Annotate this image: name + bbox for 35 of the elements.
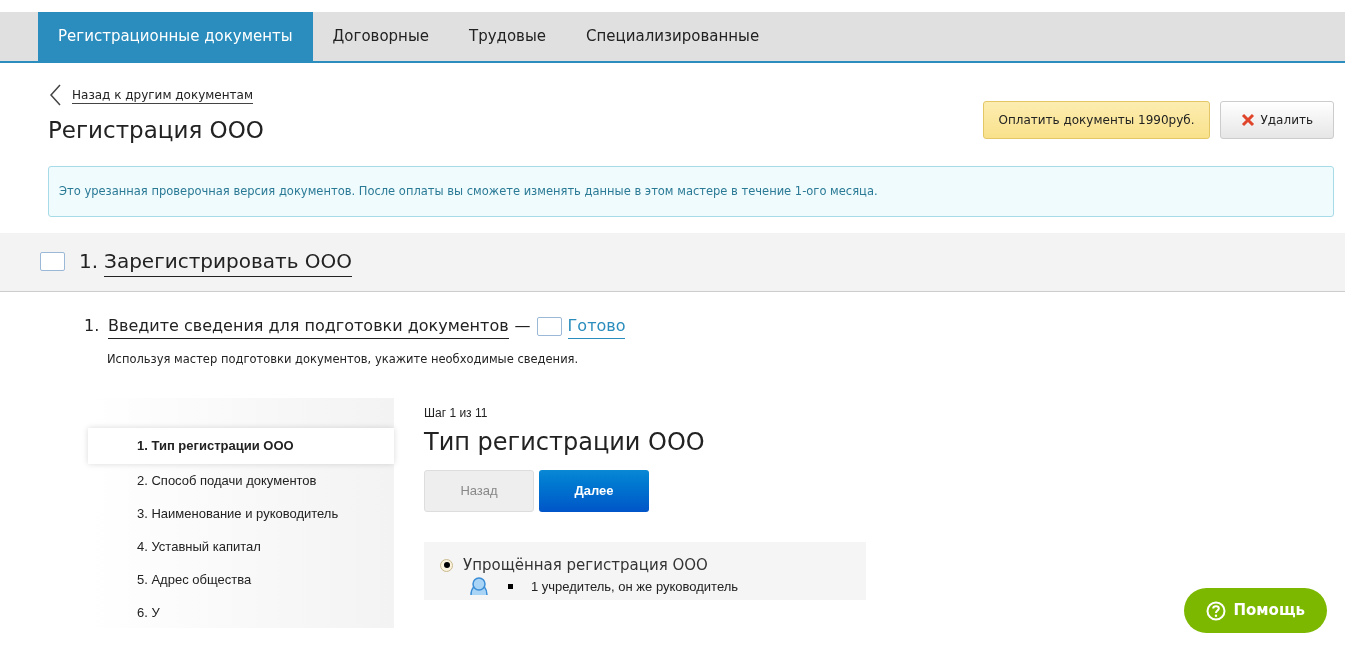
bullet-icon: [508, 583, 513, 589]
section-title-link[interactable]: Зарегистрировать ООО: [104, 246, 352, 278]
pay-button[interactable]: Оплатить документы 1990руб.: [983, 101, 1210, 140]
close-icon: [1240, 113, 1255, 128]
option-label: Упрощённая регистрация ООО: [463, 555, 708, 576]
wizard-heading: Тип регистрации ООО: [424, 427, 706, 458]
page-title: Регистрация ООО: [48, 116, 264, 145]
step-title-link[interactable]: Введите сведения для подготовки документов: [108, 313, 509, 339]
next-button[interactable]: Далее: [539, 470, 649, 512]
section-checkbox[interactable]: [40, 252, 65, 272]
category-tab[interactable]: Специализированные: [566, 12, 780, 61]
wizard-step[interactable]: 5. Адрес общества: [88, 563, 394, 596]
wizard-step[interactable]: 1. Тип регистрации ООО: [88, 428, 394, 464]
wizard-step[interactable]: 3. Наименование и руководитель: [88, 497, 394, 530]
category-tab[interactable]: Регистрационные документы: [38, 12, 313, 61]
wizard-step[interactable]: 6. У: [88, 596, 394, 629]
dash: —: [514, 315, 531, 338]
step-counter: Шаг 1 из 11: [424, 405, 489, 422]
wizard-step[interactable]: 2. Способ подачи документов: [88, 464, 394, 497]
person-icon: [468, 577, 490, 596]
done-link[interactable]: Готово: [567, 313, 626, 339]
radio-button[interactable]: [440, 558, 453, 572]
help-icon: [1205, 600, 1226, 621]
wizard-step[interactable]: 4. Уставный капитал: [88, 530, 394, 563]
delete-button[interactable]: Удалить: [1219, 101, 1334, 140]
notice-banner: Это урезанная проверочная версия документов. После оплаты вы сможете изменять данные в этом мастере в течение 1-ого месяца.: [48, 165, 1334, 217]
option-bullet: 1 учредитель, он же руководитель: [531, 577, 739, 596]
category-tab[interactable]: Трудовые: [449, 12, 566, 61]
step-description: Используя мастер подготовки документов, укажите необходимые сведения.: [107, 350, 580, 368]
step-number: 1.: [84, 315, 101, 338]
section-number: 1.: [79, 248, 99, 276]
done-checkbox[interactable]: [536, 316, 562, 336]
category-tab[interactable]: Договорные: [312, 12, 449, 61]
back-link[interactable]: Назад к другим документам: [72, 86, 253, 104]
chevron-left-icon[interactable]: [48, 83, 62, 107]
